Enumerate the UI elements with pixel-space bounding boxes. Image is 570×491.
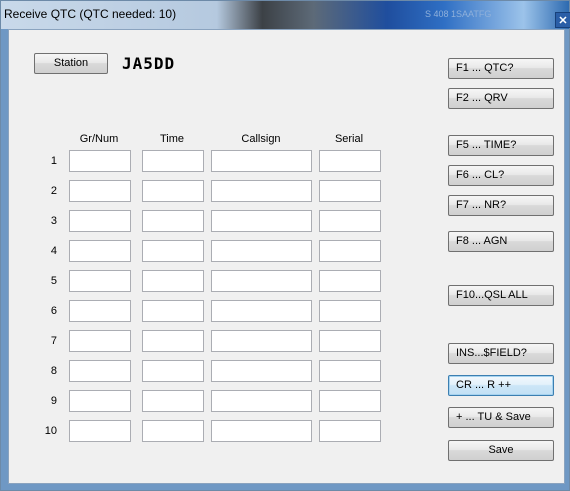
time-field[interactable] [142,270,204,292]
grnum-field[interactable] [69,180,131,202]
serial-field[interactable] [319,420,381,442]
grnum-field[interactable] [69,270,131,292]
dialog-body: Station JA5DD Gr/Num Time Callsign Seria… [8,29,565,484]
grnum-field[interactable] [69,240,131,262]
row-number: 4 [50,245,57,257]
serial-field[interactable] [319,390,381,412]
callsign-field[interactable] [211,360,312,382]
callsign-field[interactable] [211,180,312,202]
f10-qsl-all-button[interactable]: F10...QSL ALL [448,285,554,306]
tu-save-button[interactable]: + ... TU & Save [448,407,554,428]
serial-field[interactable] [319,360,381,382]
serial-field[interactable] [319,270,381,292]
callsign-field[interactable] [211,240,312,262]
column-header-time: Time [159,133,185,145]
row-number: 5 [50,275,57,287]
time-field[interactable] [142,300,204,322]
row-number: 6 [50,305,57,317]
grnum-field[interactable] [69,210,131,232]
title-bar[interactable]: Receive QTC (QTC needed: 10) S 408 1SAAT… [1,1,570,29]
row-number: 2 [50,185,57,197]
callsign-field[interactable] [211,210,312,232]
grnum-field[interactable] [69,330,131,352]
serial-field[interactable] [319,180,381,202]
station-button[interactable]: Station [34,53,108,74]
row-number: 7 [50,335,57,347]
time-field[interactable] [142,420,204,442]
serial-field[interactable] [319,150,381,172]
serial-field[interactable] [319,300,381,322]
time-field[interactable] [142,330,204,352]
time-field[interactable] [142,360,204,382]
ins-field-button[interactable]: INS...$FIELD? [448,343,554,364]
time-field[interactable] [142,390,204,412]
callsign-field[interactable] [211,300,312,322]
row-number: 1 [50,155,57,167]
callsign-field[interactable] [211,150,312,172]
row-number: 3 [50,215,57,227]
grnum-field[interactable] [69,360,131,382]
column-header-grnum: Gr/Num [79,133,119,145]
serial-field[interactable] [319,240,381,262]
f8-agn-button[interactable]: F8 ... AGN [448,231,554,252]
cr-r-button[interactable]: CR ... R ++ [448,375,554,396]
save-button[interactable]: Save [448,440,554,461]
f1-qtc-button[interactable]: F1 ... QTC? [448,58,554,79]
callsign-field[interactable] [211,330,312,352]
row-number: 8 [50,365,57,377]
grnum-field[interactable] [69,150,131,172]
time-field[interactable] [142,240,204,262]
f2-qrv-button[interactable]: F2 ... QRV [448,88,554,109]
column-header-serial: Serial [334,133,364,145]
f6-cl-button[interactable]: F6 ... CL? [448,165,554,186]
window-title-ghost: S 408 1SAATFG [425,9,492,19]
time-field[interactable] [142,150,204,172]
grnum-field[interactable] [69,390,131,412]
column-header-callsign: Callsign [241,133,281,145]
f7-nr-button[interactable]: F7 ... NR? [448,195,554,216]
serial-field[interactable] [319,330,381,352]
callsign-field[interactable] [211,420,312,442]
row-number: 9 [50,395,57,407]
callsign-field[interactable] [211,390,312,412]
f5-time-button[interactable]: F5 ... TIME? [448,135,554,156]
time-field[interactable] [142,210,204,232]
serial-field[interactable] [319,210,381,232]
station-callsign: JA5DD [122,54,176,73]
row-number: 10 [44,425,57,437]
callsign-field[interactable] [211,270,312,292]
receive-qtc-window: Receive QTC (QTC needed: 10) S 408 1SAAT… [0,0,570,491]
grnum-field[interactable] [69,300,131,322]
grnum-field[interactable] [69,420,131,442]
time-field[interactable] [142,180,204,202]
window-title: Receive QTC (QTC needed: 10) [4,7,177,21]
close-icon[interactable]: ✕ [555,12,570,28]
